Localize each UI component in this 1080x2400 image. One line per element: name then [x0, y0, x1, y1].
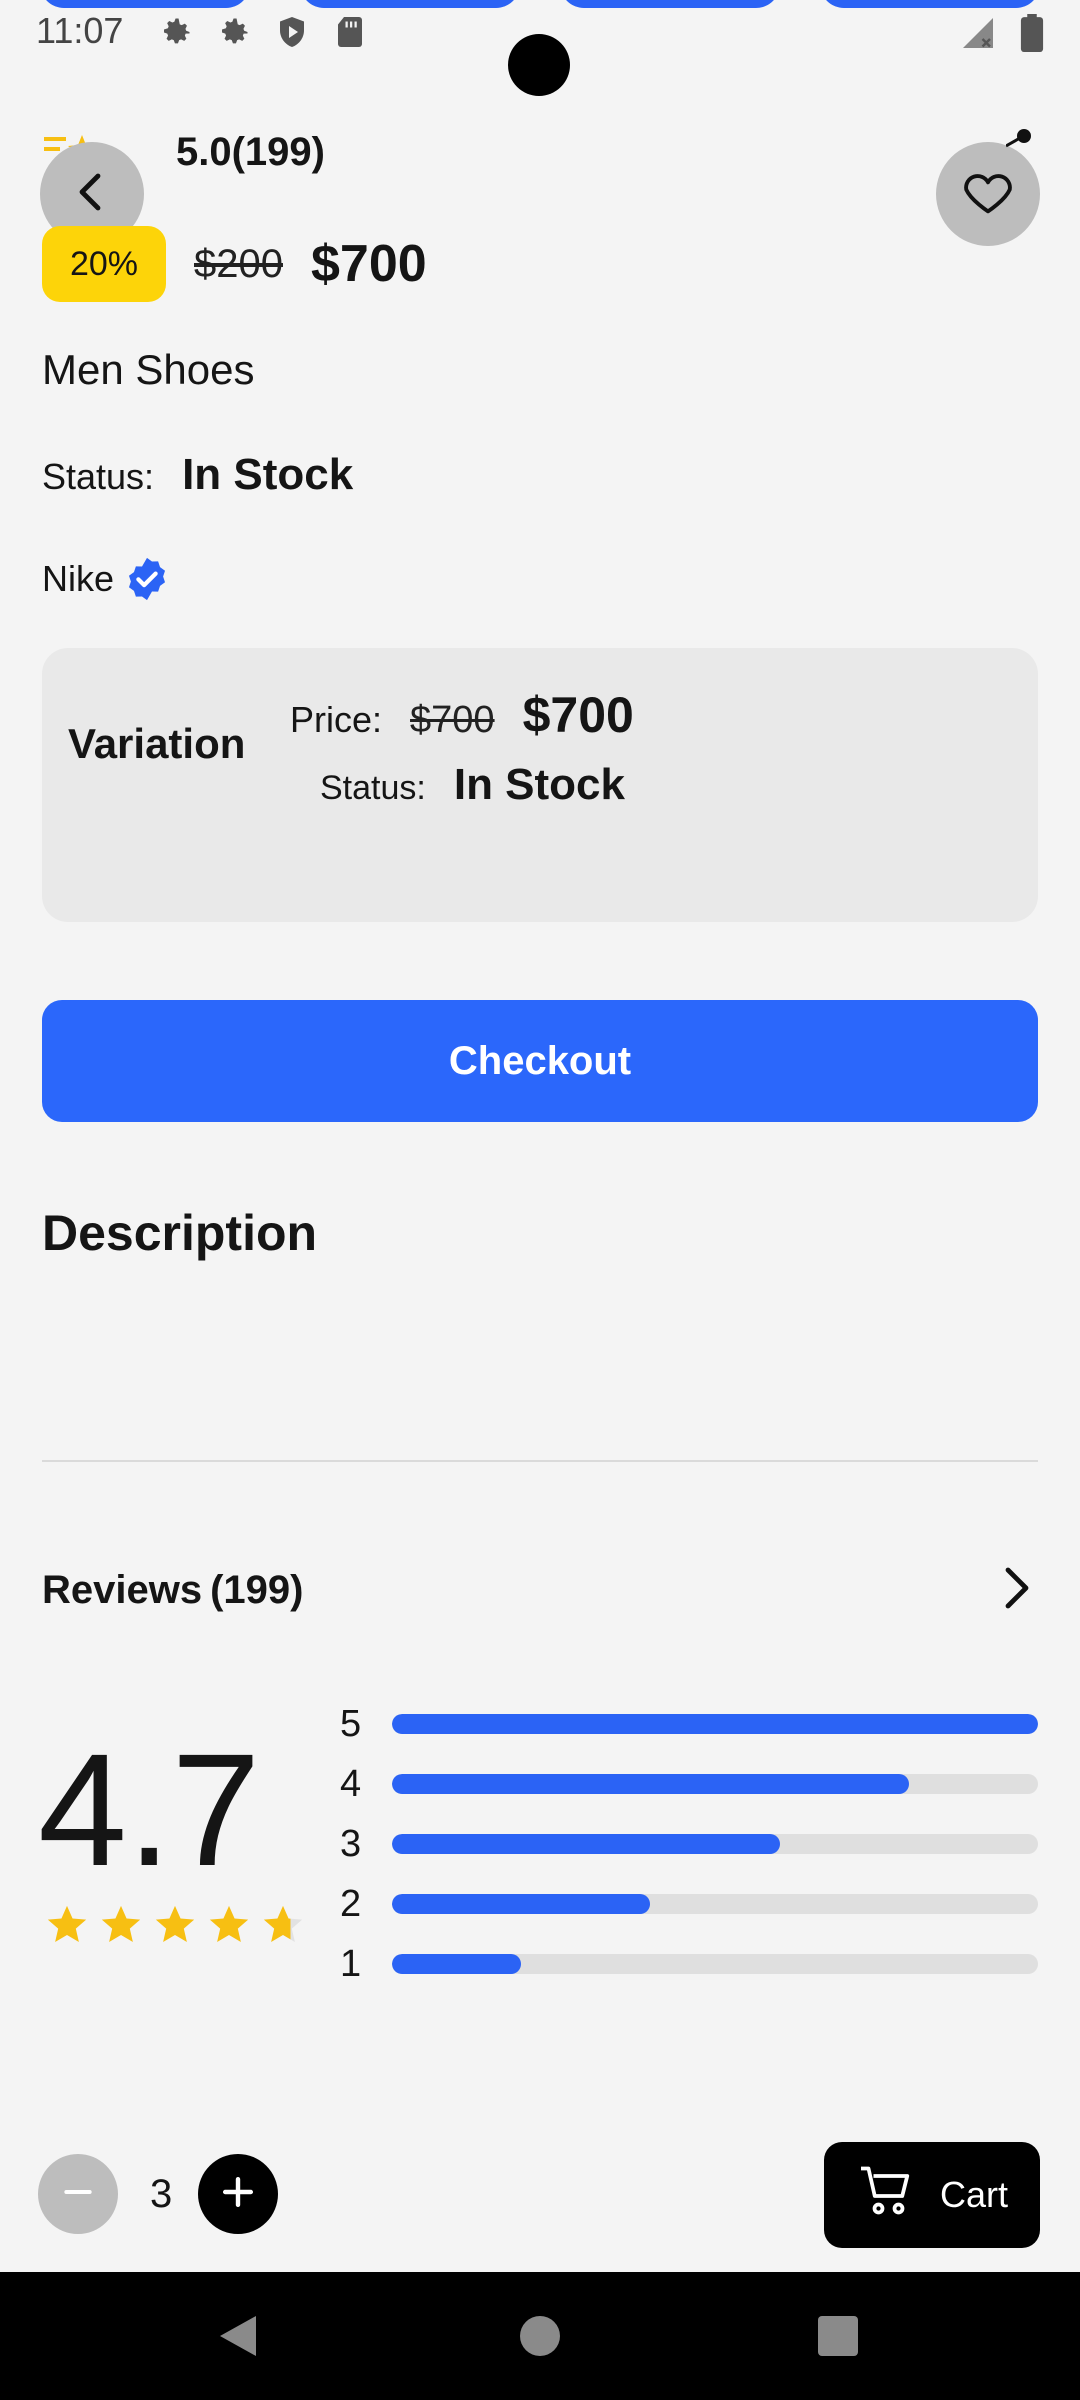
star-icon: [44, 1902, 90, 1953]
rating-bar-track: [392, 1714, 1038, 1734]
rating-breakdown: 5 4 3 2 1: [340, 1694, 1038, 1994]
plus-icon: [216, 2170, 260, 2219]
settings-icon: [158, 14, 194, 50]
variation-new-price: $700: [522, 687, 634, 743]
increase-quantity-button[interactable]: [198, 2154, 279, 2234]
status-label: Status:: [42, 456, 155, 497]
rating-bar-fill: [392, 1894, 651, 1914]
rating-bar-row: 2: [340, 1874, 1038, 1934]
add-to-cart-button[interactable]: Cart: [824, 2142, 1040, 2248]
rating-bar-track: [392, 1774, 1038, 1794]
nav-recents-icon[interactable]: [818, 2316, 858, 2356]
price-row: 20% $200 $700: [42, 226, 427, 302]
rating-bar-label: 5: [340, 1702, 362, 1745]
rating-bar-fill: [392, 1714, 1038, 1734]
rating-bar-track: [392, 1894, 1038, 1914]
tab-pill: [40, 0, 250, 8]
rating-bar-row: 4: [340, 1754, 1038, 1814]
star-icon: [152, 1902, 198, 1953]
chevron-right-icon[interactable]: [998, 1564, 1038, 1617]
variation-old-price: $700: [410, 699, 495, 741]
system-nav-bar: [0, 2272, 1080, 2400]
nav-home-icon[interactable]: [520, 2316, 560, 2356]
product-title: Men Shoes: [42, 346, 255, 393]
favorite-button[interactable]: [936, 142, 1040, 246]
overall-rating: 4.7: [38, 1720, 261, 1899]
status-value: In Stock: [182, 450, 354, 499]
rating-bar-track: [392, 1834, 1038, 1854]
divider: [42, 1460, 1038, 1462]
rating-bar-row: 3: [340, 1814, 1038, 1874]
variation-card: Variation Price: $700 $700 Status: In St…: [42, 648, 1038, 922]
rating-bar-row: 1: [340, 1934, 1038, 1994]
variation-price-label: Price:: [290, 699, 383, 740]
variation-price: Price: $700 $700: [290, 686, 634, 744]
variation-title: Variation: [68, 720, 246, 767]
minus-icon: [58, 2172, 98, 2217]
settings-icon: [216, 14, 252, 50]
brand-name: Nike: [42, 558, 115, 599]
reviews-header[interactable]: Reviews (199): [42, 1560, 1038, 1620]
rating-bar-label: 4: [340, 1762, 362, 1805]
tab-pill: [300, 0, 520, 8]
nav-back-icon[interactable]: [216, 2312, 260, 2365]
rating-bar-fill: [392, 1834, 780, 1854]
description-title: Description: [42, 1205, 318, 1261]
shield-play-icon: [274, 14, 310, 50]
verified-badge-icon: [124, 556, 170, 602]
cart-label: Cart: [939, 2174, 1008, 2215]
quantity-stepper: 3: [38, 2154, 279, 2234]
front-camera: [508, 34, 570, 96]
chevron-left-icon: [68, 168, 116, 221]
star-icon: [206, 1902, 252, 1953]
old-price: $200: [194, 241, 283, 286]
checkout-button[interactable]: Checkout: [42, 1000, 1038, 1122]
tab-pill: [560, 0, 780, 8]
rating-text: 5.0(199): [176, 130, 325, 174]
cart-icon: [856, 2161, 916, 2230]
variation-status: Status: In Stock: [320, 760, 625, 810]
stock-status: Status: In Stock: [42, 450, 353, 500]
rating-bar-label: 2: [340, 1882, 362, 1925]
rating-bar-label: 3: [340, 1822, 362, 1865]
heart-icon: [959, 163, 1017, 226]
discount-badge: 20%: [42, 226, 166, 302]
star-rating: [44, 1902, 306, 1953]
variation-status-value: In Stock: [453, 760, 625, 809]
star-icon: [260, 1902, 306, 1953]
sd-card-icon: [332, 14, 368, 50]
rating-bar-track: [392, 1954, 1038, 1974]
reviews-count: (199): [210, 1567, 304, 1612]
share-dot-icon: [1005, 126, 1036, 153]
rating-bar-fill: [392, 1774, 909, 1794]
star-icon: [98, 1902, 144, 1953]
signal-icon: [960, 15, 996, 56]
price: $700: [310, 235, 427, 293]
battery-icon: [1020, 14, 1044, 57]
reviews-title: Reviews: [42, 1567, 203, 1612]
status-time: 11:07: [36, 10, 124, 51]
quantity-value: 3: [150, 2171, 173, 2216]
tab-pill: [820, 0, 1040, 8]
decrease-quantity-button[interactable]: [38, 2154, 118, 2234]
rating-bar-label: 1: [340, 1942, 362, 1985]
rating-bar-fill: [392, 1954, 522, 1974]
variation-status-label: Status:: [320, 769, 426, 807]
brand[interactable]: Nike: [42, 556, 170, 602]
rating-bar-row: 5: [340, 1694, 1038, 1754]
